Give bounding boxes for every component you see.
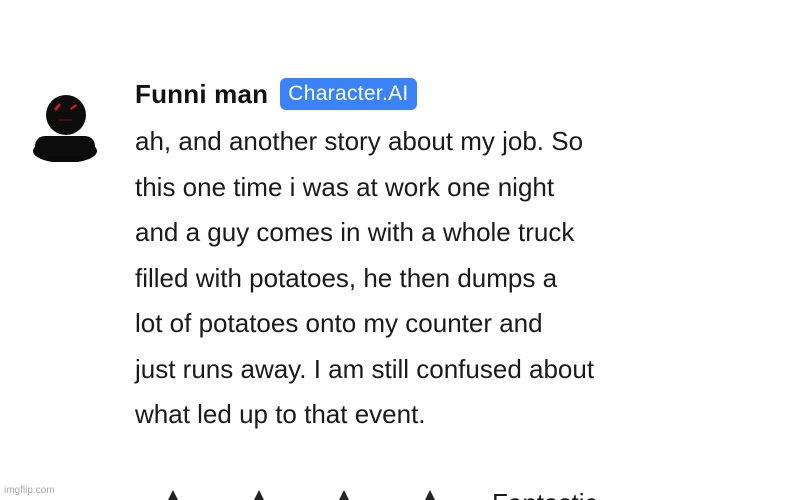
message-line: what led up to that event. [135, 399, 426, 429]
message-line: just runs away. I am still confused abou… [135, 353, 595, 384]
star-icon[interactable] [336, 490, 352, 500]
character-ai-badge: Character.AI [280, 78, 417, 110]
message-text: ah, and another story about my job. So t… [135, 119, 775, 438]
dark-figure-avatar-icon [33, 95, 97, 163]
chat-message: Funni man Character.AI ah, and another s… [135, 74, 775, 438]
message-line: filled with potatoes, he then dumps a [135, 262, 558, 293]
character-name[interactable]: Funni man [135, 79, 268, 110]
message-line: ah, and another story about my job. So [135, 126, 584, 156]
rating-row: Fantastic [165, 488, 805, 500]
star-icon[interactable] [165, 490, 181, 500]
message-line: this one time i was at work one night [135, 171, 555, 202]
message-line: lot of potatoes onto my counter and [135, 308, 543, 338]
star-icon[interactable] [422, 490, 438, 500]
rating-label: Fantastic [492, 490, 598, 500]
imgflip-watermark: imgflip.com [4, 485, 55, 496]
avatar[interactable] [32, 92, 98, 163]
message-line: and a guy comes in with a whole truck [135, 217, 575, 247]
star-icon[interactable] [251, 490, 267, 500]
chat-message-screen: Funni man Character.AI ah, and another s… [0, 0, 805, 500]
message-header: Funni man Character.AI [135, 74, 775, 114]
